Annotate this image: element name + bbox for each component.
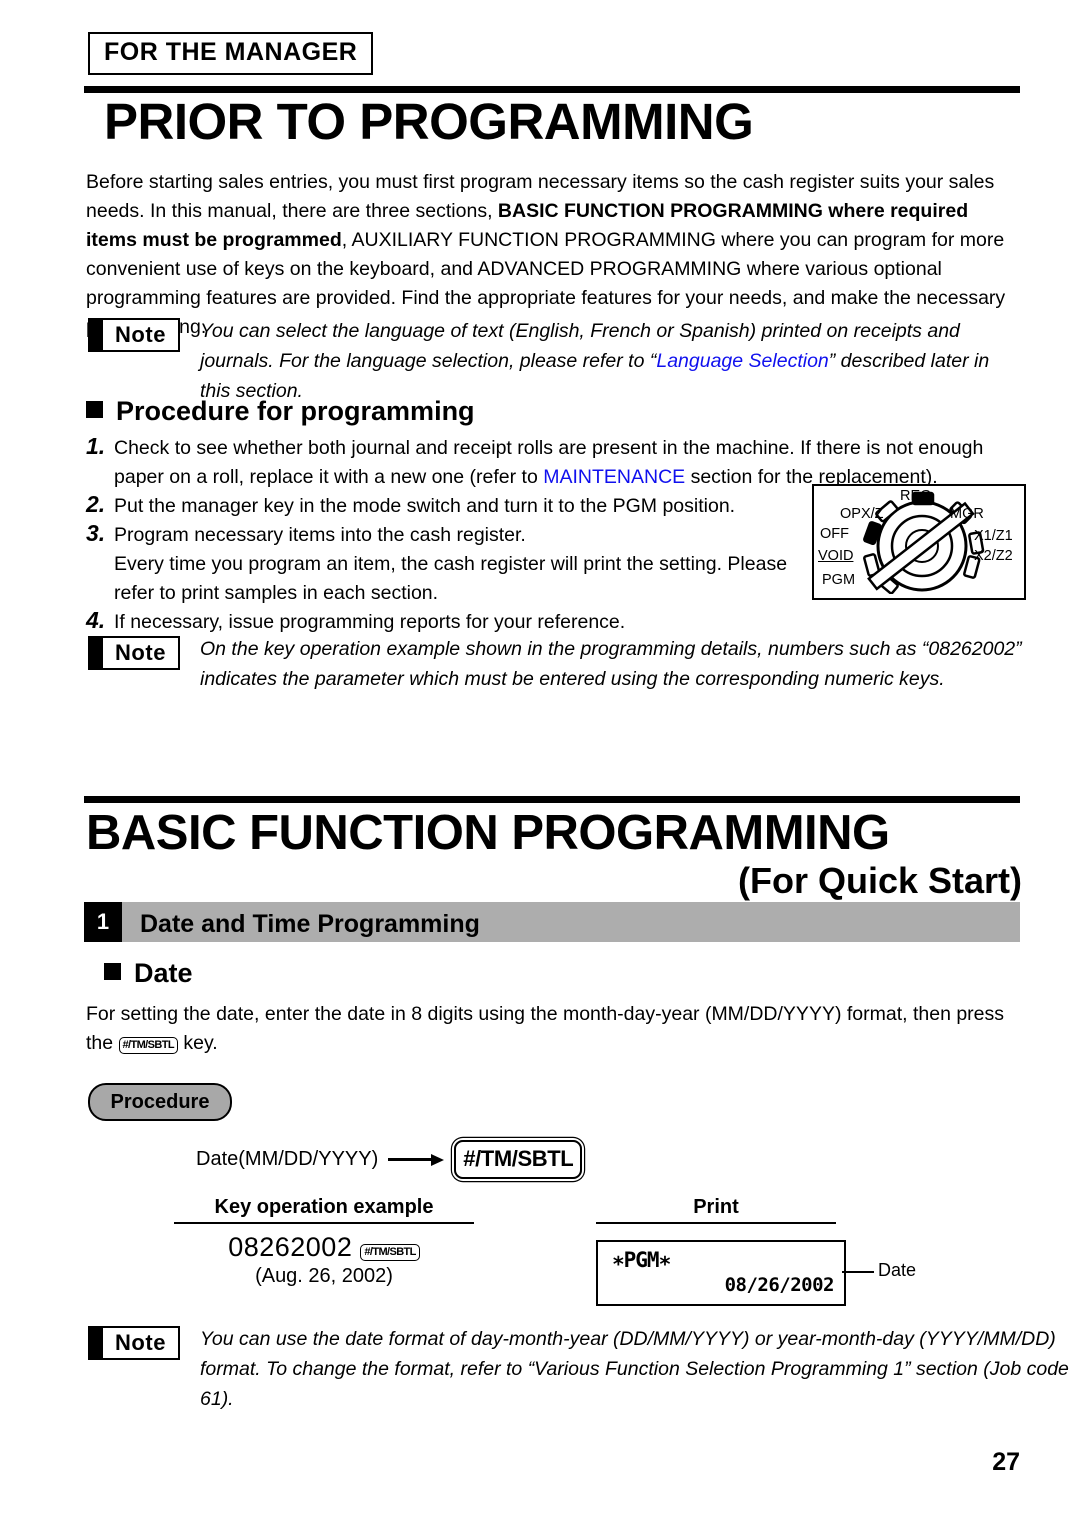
- step-3: 3. Program necessary items into the cash…: [86, 520, 806, 550]
- note-body: On the key operation example shown in th…: [200, 638, 1022, 690]
- key-operation-digits: 08262002: [228, 1232, 353, 1262]
- dial-label-x2z2: X2/Z2: [974, 548, 1013, 564]
- print-rule: [596, 1222, 836, 1224]
- procedure-heading-label: Procedure for programming: [116, 396, 475, 426]
- note-label: Note: [115, 640, 166, 665]
- key-operation-rule: [174, 1222, 474, 1224]
- procedure-flow: Date(MM/DD/YYYY) #/TM/SBTL: [196, 1140, 583, 1179]
- print-sample-receipt: ∗PGM∗ 08/26/2002: [596, 1240, 846, 1306]
- note-badge: Note: [88, 636, 180, 670]
- step-2-number: 2.: [86, 491, 106, 517]
- dial-label-off: OFF: [820, 526, 849, 542]
- dial-label-reg: REG: [900, 488, 932, 504]
- mode-switch-diagram: REG MGR X1/Z1 X2/Z2 PGM VOID OFF OPX/Z: [812, 484, 1026, 600]
- dial-label-mgr: MGR: [950, 506, 984, 522]
- step-4-number: 4.: [86, 607, 106, 633]
- step-2: 2. Put the manager key in the mode switc…: [86, 491, 806, 521]
- basic-title-rule: [84, 796, 1020, 803]
- step-1-number: 1.: [86, 433, 106, 459]
- step-4-text: If necessary, issue programming reports …: [114, 611, 626, 633]
- print-header: Print: [693, 1196, 739, 1218]
- note-body: You can select the language of text (Eng…: [200, 316, 1022, 406]
- step-3-text: Program necessary items into the cash re…: [114, 524, 526, 546]
- note-badge: Note: [88, 1326, 180, 1360]
- dial-label-pgm: PGM: [822, 572, 856, 588]
- note-label: Note: [115, 1330, 166, 1355]
- tm-sbtl-keycap-flow: #/TM/SBTL: [454, 1140, 583, 1179]
- square-bullet-icon: [86, 401, 103, 418]
- basic-function-title: BASIC FUNCTION PROGRAMMING: [86, 806, 890, 860]
- step-2-text: Put the manager key in the mode switch a…: [114, 495, 736, 517]
- language-selection-link[interactable]: Language Selection: [656, 350, 828, 372]
- procedure-pill: Procedure: [88, 1083, 232, 1121]
- section-number-badge: 1: [84, 902, 122, 942]
- date-heading-label: Date: [134, 958, 193, 988]
- dial-label-void: VOID: [818, 548, 854, 564]
- step-4: 4. If necessary, issue programming repor…: [86, 607, 806, 637]
- step-3-continuation-text: Every time you program an item, the cash…: [114, 553, 788, 604]
- date-heading: Date: [104, 958, 193, 989]
- dial-label-opxz: OPX/Z: [840, 506, 884, 522]
- date-instruction-b: key.: [177, 1032, 218, 1054]
- step-3-continuation: Every time you program an item, the cash…: [114, 550, 804, 608]
- note-badge: Note: [88, 318, 180, 352]
- note-label: Note: [115, 322, 166, 347]
- receipt-callout-line: [842, 1271, 874, 1273]
- tm-sbtl-keycap-inline: #/TM/SBTL: [118, 1037, 178, 1054]
- for-the-manager-tab: FOR THE MANAGER: [88, 32, 374, 75]
- quick-start-subtitle: (For Quick Start): [737, 860, 1022, 901]
- key-operation-caption: (Aug. 26, 2002): [255, 1265, 393, 1287]
- procedure-heading: Procedure for programming: [86, 396, 475, 427]
- dial-label-x1z1: X1/Z1: [974, 528, 1013, 544]
- date-instruction-a: For setting the date, enter the date in …: [86, 1003, 1005, 1054]
- key-operation-example: 08262002 #/TM/SBTL (Aug. 26, 2002): [174, 1232, 474, 1288]
- note-body: You can use the date format of day-month…: [200, 1328, 1069, 1410]
- key-operation-header: Key operation example: [214, 1196, 434, 1218]
- page-title: PRIOR TO PROGRAMMING: [104, 93, 754, 150]
- flow-input-label: Date(MM/DD/YYYY): [196, 1148, 379, 1170]
- manual-page: FOR THE MANAGER PRIOR TO PROGRAMMING Bef…: [0, 0, 1080, 1526]
- receipt-callout-label: Date: [878, 1260, 917, 1280]
- step-3-number: 3.: [86, 520, 106, 546]
- square-bullet-icon: [104, 963, 121, 980]
- receipt-pgm-title: ∗PGM∗: [612, 1248, 671, 1272]
- maintenance-link[interactable]: MAINTENANCE: [543, 466, 685, 488]
- arrow-right-icon: [388, 1153, 445, 1166]
- page-number: 27: [992, 1448, 1020, 1476]
- date-instruction: For setting the date, enter the date in …: [86, 1000, 1022, 1058]
- section-heading: Date and Time Programming: [140, 910, 480, 938]
- tm-sbtl-keycap-example: #/TM/SBTL: [360, 1244, 420, 1261]
- receipt-date-value: 08/26/2002: [724, 1274, 835, 1296]
- key-operation-entry-line: 08262002 #/TM/SBTL: [174, 1232, 474, 1263]
